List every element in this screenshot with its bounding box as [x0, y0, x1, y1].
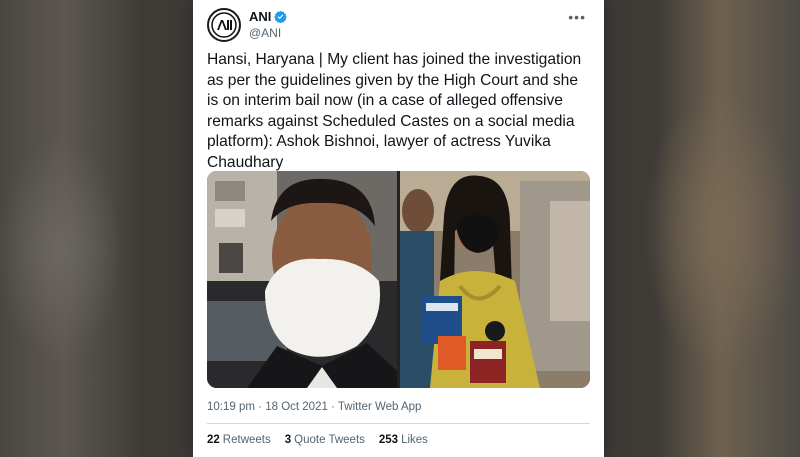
- engagement-stats: 22 Retweets 3 Quote Tweets 253 Likes: [207, 434, 428, 446]
- display-name[interactable]: ANI: [249, 9, 288, 24]
- tweet-source[interactable]: Twitter Web App: [338, 401, 422, 413]
- retweets-stat[interactable]: 22 Retweets: [207, 434, 271, 446]
- tweet-card: ANI @ANI ••• Hansi, Haryana | My client …: [193, 0, 604, 457]
- ani-logo-icon: [211, 12, 237, 38]
- avatar[interactable]: [207, 8, 241, 42]
- tweet-time[interactable]: 10:19 pm: [207, 401, 255, 413]
- likes-count: 253: [378, 434, 399, 446]
- photo-lawyer[interactable]: [207, 171, 397, 388]
- quote-tweets-stat[interactable]: 3 Quote Tweets: [285, 434, 365, 446]
- display-name-text: ANI: [249, 9, 272, 24]
- tweet-text: Hansi, Haryana | My client has joined th…: [207, 51, 582, 171]
- tweet-media[interactable]: [207, 171, 590, 388]
- retweets-label: Retweets: [222, 434, 271, 446]
- meta-separator: ·: [331, 401, 335, 413]
- retweets-count: 22: [207, 434, 220, 446]
- tweet-meta: 10:19 pm · 18 Oct 2021 · Twitter Web App: [207, 401, 421, 413]
- likes-stat[interactable]: 253 Likes: [379, 434, 428, 446]
- more-options-icon[interactable]: •••: [568, 10, 586, 24]
- verified-badge-icon: [274, 10, 288, 23]
- divider: [207, 423, 590, 424]
- quote-tweets-count: 3: [284, 434, 292, 446]
- quote-tweets-label: Quote Tweets: [294, 434, 365, 446]
- handle[interactable]: @ANI: [249, 26, 281, 40]
- likes-label: Likes: [401, 434, 428, 446]
- tweet-date[interactable]: 18 Oct 2021: [265, 401, 328, 413]
- lawyer-image: [207, 171, 397, 388]
- meta-separator: ·: [258, 401, 262, 413]
- photo-actress[interactable]: [400, 171, 590, 388]
- actress-image: [400, 171, 590, 388]
- tweet-header: ANI @ANI •••: [207, 6, 590, 46]
